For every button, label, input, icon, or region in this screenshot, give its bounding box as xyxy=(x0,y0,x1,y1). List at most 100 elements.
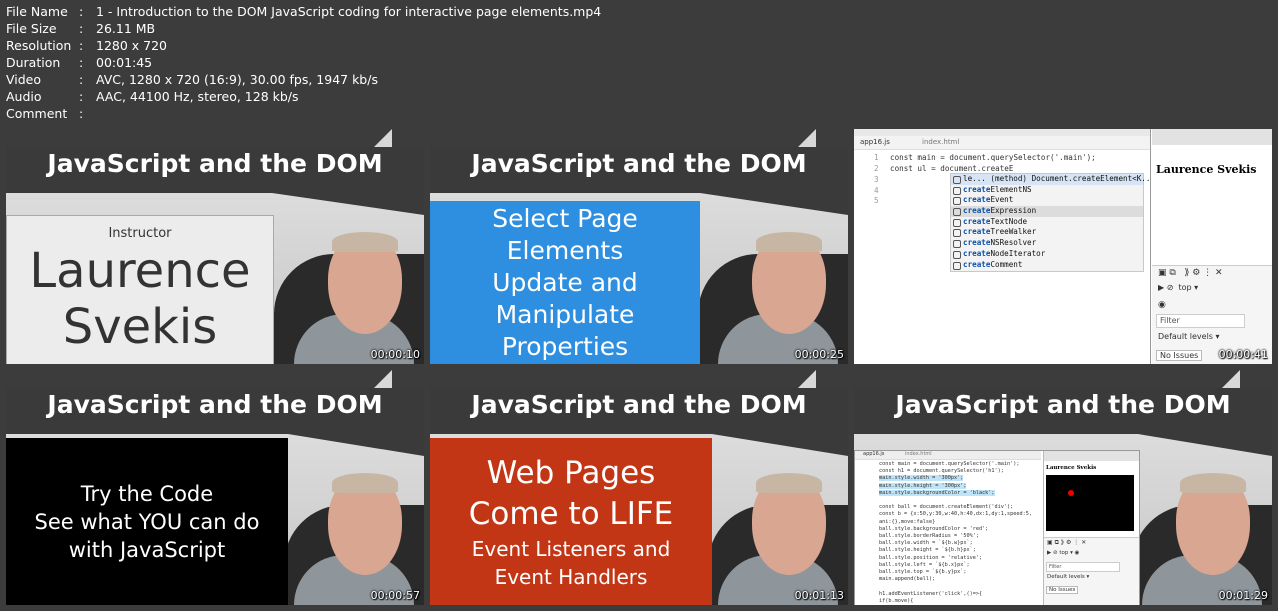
meta-value: 1280 x 720 xyxy=(96,38,168,53)
levels-dropdown[interactable]: Default levels ▾ xyxy=(1047,574,1089,580)
topic-card: Web Pages Come to LIFE Event Listeners a… xyxy=(430,438,712,605)
timestamp: 00:00:57 xyxy=(370,589,420,602)
meta-value: 1 - Introduction to the DOM JavaScript c… xyxy=(96,4,602,19)
code-line: main.style.backgroundColor = 'black'; xyxy=(879,489,995,496)
slide-title: JavaScript and the DOM xyxy=(47,149,383,178)
code-line: const b = {x:50,y:30,w:40,h:40,dx:1,dy:1… xyxy=(879,511,1033,518)
thumbnail-6[interactable]: JavaScript and the DOM app16.js index.ht… xyxy=(854,370,1272,605)
devtools-icons[interactable]: ▣ ⧉ ⟫ ⚙ ⋮ ✕ xyxy=(1158,268,1223,278)
diagonal-accent xyxy=(798,129,816,147)
diagonal-accent xyxy=(1222,370,1240,388)
topic-card: Try the Code See what YOU can do with Ja… xyxy=(6,438,288,605)
slide-title: JavaScript and the DOM xyxy=(471,390,807,419)
diagonal-accent xyxy=(798,370,816,388)
meta-separator: : xyxy=(79,55,84,70)
browser-toolbar xyxy=(1044,451,1139,461)
card-line: Properties xyxy=(501,331,629,361)
instructor-card: Instructor Laurence Svekis xyxy=(6,215,274,364)
autocomplete-item[interactable]: createTextNode xyxy=(951,217,1143,228)
band-wedge xyxy=(1138,434,1272,456)
card-line: with JavaScript xyxy=(68,537,226,562)
meta-value: AVC, 1280 x 720 (16:9), 30.00 fps, 1947 … xyxy=(96,72,378,87)
card-line: Manipulate xyxy=(495,299,635,329)
editor-tabbar: app16.js index.html xyxy=(854,136,1150,150)
autocomplete-item[interactable]: createTreeWalker xyxy=(951,227,1143,238)
autocomplete-item[interactable]: createNSResolver xyxy=(951,238,1143,249)
tab-index-html[interactable]: index.html xyxy=(905,451,932,457)
code-screenshot: app16.js index.html const main = documen… xyxy=(854,450,1140,605)
filter-input[interactable]: Filter xyxy=(1156,314,1245,328)
code-line: if(b.move){ xyxy=(879,597,914,604)
meta-key: Audio xyxy=(6,89,42,104)
card-line: Event Handlers xyxy=(494,564,648,589)
timestamp: 00:00:10 xyxy=(370,348,420,361)
thumbnail-4[interactable]: JavaScript and the DOM Try the Code See … xyxy=(6,370,424,605)
code-line: ball.style.height = `${b.h}px`; xyxy=(879,547,976,554)
thumbnail-3[interactable]: app16.js index.html 1 const main = docum… xyxy=(854,129,1272,364)
top-strip xyxy=(6,370,424,388)
band-wedge xyxy=(712,434,848,456)
card-line: See what YOU can do xyxy=(34,509,260,534)
code-editor: app16.js index.html 1 const main = docum… xyxy=(854,129,1151,364)
thumbnail-1[interactable]: JavaScript and the DOM Instructor Lauren… xyxy=(6,129,424,364)
slide-title: JavaScript and the DOM xyxy=(47,390,383,419)
top-strip xyxy=(6,129,424,147)
autocomplete-item-selected[interactable]: le... (method) Document.createElement<K.… xyxy=(951,174,1150,185)
code-line: const main = document.querySelector('.ma… xyxy=(879,461,1020,467)
meta-key: Comment xyxy=(6,106,68,121)
thumbnail-2[interactable]: JavaScript and the DOM Select Page Eleme… xyxy=(430,129,848,364)
browser-heading: Laurence Svekis xyxy=(1046,465,1097,471)
card-line: Svekis xyxy=(62,299,218,355)
top-strip xyxy=(430,370,848,388)
card-line: Laurence xyxy=(29,243,251,299)
timestamp: 00:01:29 xyxy=(1218,589,1268,602)
autocomplete-item[interactable]: createElementNS xyxy=(951,185,1143,196)
tab-app16[interactable]: app16.js xyxy=(863,451,884,457)
code-line: const ball = document.createElement('div… xyxy=(879,504,1014,511)
meta-value: 00:01:45 xyxy=(96,55,153,70)
thumbnail-5[interactable]: JavaScript and the DOM Web Pages Come to… xyxy=(430,370,848,605)
meta-key: File Name xyxy=(6,4,68,19)
browser-preview: Laurence Svekis ▣ ⧉ ⟫ ⚙ ⋮ ✕ ▶ ⊘ top ▾ ◉ … xyxy=(1152,129,1272,364)
issues-button[interactable]: No Issues xyxy=(1046,586,1079,594)
ball[interactable] xyxy=(1068,490,1074,496)
meta-value: 26.11 MB xyxy=(96,21,156,36)
diagonal-accent xyxy=(374,370,392,388)
autocomplete-item[interactable]: createEvent xyxy=(951,195,1143,206)
tab-app16[interactable]: app16.js xyxy=(860,138,890,146)
devtools-context[interactable]: ▶ ⊘ top ▾ ◉ xyxy=(1047,550,1079,556)
code-line: main.style.width = '300px'; xyxy=(879,475,964,482)
levels-dropdown[interactable]: Default levels ▾ xyxy=(1158,332,1220,341)
autocomplete-popup[interactable]: le... (method) Document.createElement<K.… xyxy=(950,173,1150,272)
filter-input[interactable]: Filter xyxy=(1046,562,1120,572)
code-line: const h1 = document.querySelector('h1'); xyxy=(879,468,1004,475)
window-titlebar xyxy=(854,129,1150,136)
meta-separator: : xyxy=(79,21,84,36)
band-wedge xyxy=(700,193,848,215)
timestamp: 00:00:25 xyxy=(794,348,844,361)
topic-card: Select Page Elements Update and Manipula… xyxy=(430,201,700,364)
devtools-context[interactable]: ▶ ⊘ top ▾ xyxy=(1158,283,1198,292)
browser-preview: Laurence Svekis ▣ ⧉ ⟫ ⚙ ⋮ ✕ ▶ ⊘ top ▾ ◉ … xyxy=(1043,451,1139,605)
meta-key: Duration xyxy=(6,55,61,70)
slide-title: JavaScript and the DOM xyxy=(471,149,807,178)
card-line: Select Page xyxy=(492,203,638,233)
code-line: ani:{},move:false} xyxy=(879,518,936,525)
autocomplete-list: createElementNS createEvent createExpressi… xyxy=(951,185,1143,271)
code-line: ball.style.width = `${b.w}px`; xyxy=(879,540,973,547)
diagonal-accent xyxy=(374,129,392,147)
card-line: Event Listeners and xyxy=(471,536,671,561)
top-strip xyxy=(854,370,1272,388)
meta-separator: : xyxy=(79,4,84,19)
devtools-icons[interactable]: ▣ ⧉ ⟫ ⚙ ⋮ ✕ xyxy=(1047,539,1086,547)
tab-index-html[interactable]: index.html xyxy=(922,138,959,146)
autocomplete-item[interactable]: createComment xyxy=(951,260,1143,271)
code-line-4: 4 xyxy=(874,186,879,195)
code-lines: const main = document.querySelector('.ma… xyxy=(855,461,1041,605)
card-line: Instructor xyxy=(108,226,172,241)
autocomplete-item[interactable]: createNodeIterator xyxy=(951,249,1143,260)
issues-button[interactable]: No Issues xyxy=(1156,350,1203,361)
autocomplete-item[interactable]: createExpression xyxy=(951,206,1143,217)
eye-icon[interactable]: ◉ xyxy=(1158,300,1166,310)
band-wedge xyxy=(288,434,424,456)
